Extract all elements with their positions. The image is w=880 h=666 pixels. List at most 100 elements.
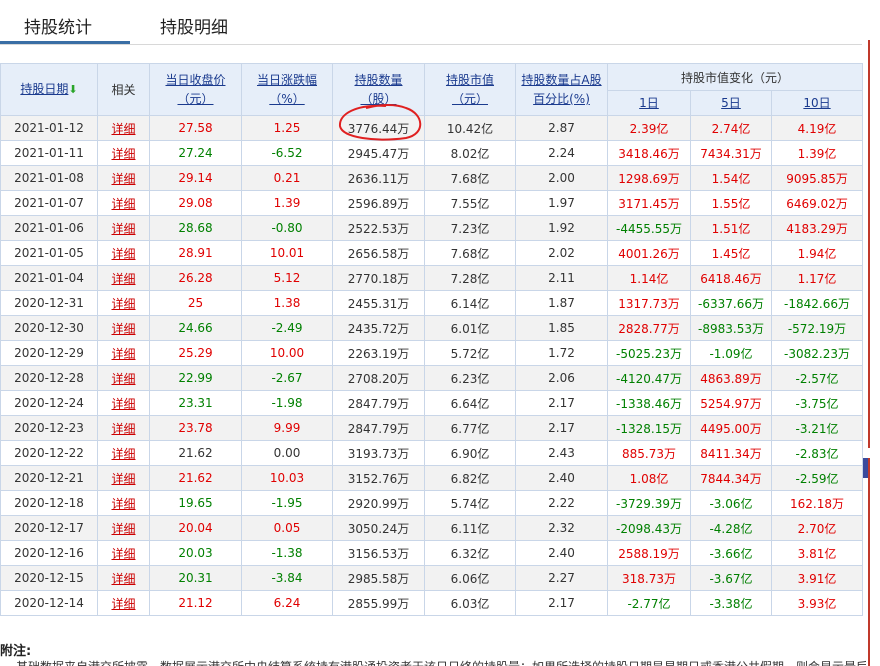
cell-change-10d: 4183.29万 bbox=[770, 215, 864, 241]
detail-link[interactable]: 详细 bbox=[111, 347, 135, 361]
cell-change-5d: 7434.31万 bbox=[690, 140, 772, 166]
cell-change-pct: 0.00 bbox=[241, 440, 333, 466]
detail-link[interactable]: 详细 bbox=[111, 597, 135, 611]
detail-link[interactable]: 详细 bbox=[111, 322, 135, 336]
cell-market-value: 6.64亿 bbox=[424, 390, 516, 416]
cell-detail: 详细 bbox=[97, 215, 150, 241]
detail-link[interactable]: 详细 bbox=[111, 297, 135, 311]
cell-change-5d: -1.09亿 bbox=[690, 340, 772, 366]
table-row: 2021-01-07 详细 29.08 1.39 2596.89万 7.55亿 1.97 31… bbox=[0, 190, 864, 216]
col-header-market-value[interactable]: 持股市值 （元） bbox=[424, 63, 516, 116]
detail-link[interactable]: 详细 bbox=[111, 522, 135, 536]
cell-change-10d: -3.75亿 bbox=[770, 390, 864, 416]
cell-detail: 详细 bbox=[97, 265, 150, 291]
sort-down-icon: ⬇ bbox=[68, 83, 78, 96]
cell-change-pct: -6.52 bbox=[241, 140, 333, 166]
col-header-value-change-group: 持股市值变化（元） bbox=[606, 63, 864, 91]
cell-share-pct: 2.43 bbox=[515, 440, 608, 466]
cell-shares: 2920.99万 bbox=[332, 490, 425, 516]
table-row: 2021-01-11 详细 27.24 -6.52 2945.47万 8.02亿 2.24 3… bbox=[0, 140, 864, 166]
detail-link[interactable]: 详细 bbox=[111, 572, 135, 586]
cell-date: 2020-12-17 bbox=[0, 515, 98, 541]
cell-change-1d: 3171.45万 bbox=[607, 190, 691, 216]
table-row: 2020-12-17 详细 20.04 0.05 3050.24万 6.11亿 2.32 -2… bbox=[0, 515, 864, 541]
cell-market-value: 6.06亿 bbox=[424, 565, 516, 591]
table-row: 2021-01-04 详细 26.28 5.12 2770.18万 7.28亿 2.11 1.… bbox=[0, 265, 864, 291]
tab-holding-stats[interactable]: 持股统计 bbox=[24, 13, 92, 38]
col-header-shares[interactable]: 持股数量 （股） bbox=[332, 63, 425, 116]
cell-detail: 详细 bbox=[97, 340, 150, 366]
page-edge bbox=[862, 0, 880, 666]
detail-link[interactable]: 详细 bbox=[111, 122, 135, 136]
cell-shares: 2847.79万 bbox=[332, 415, 425, 441]
cell-market-value: 6.32亿 bbox=[424, 540, 516, 566]
col-header-close-price[interactable]: 当日收盘价 （元） bbox=[149, 63, 242, 116]
detail-link[interactable]: 详细 bbox=[111, 197, 135, 211]
cell-change-5d: 7844.34万 bbox=[690, 465, 772, 491]
detail-link[interactable]: 详细 bbox=[111, 447, 135, 461]
cell-share-pct: 1.97 bbox=[515, 190, 608, 216]
col-header-change-1d[interactable]: 1日 bbox=[607, 90, 691, 116]
cell-change-5d: 1.45亿 bbox=[690, 240, 772, 266]
detail-link[interactable]: 详细 bbox=[111, 472, 135, 486]
cell-close-price: 29.08 bbox=[149, 190, 242, 216]
cell-market-value: 6.01亿 bbox=[424, 315, 516, 341]
detail-link[interactable]: 详细 bbox=[111, 547, 135, 561]
cell-change-pct: -2.49 bbox=[241, 315, 333, 341]
cell-change-10d: 3.81亿 bbox=[770, 540, 864, 566]
col-header-change-5d[interactable]: 5日 bbox=[690, 90, 772, 116]
cell-change-5d: 6418.46万 bbox=[690, 265, 772, 291]
cell-change-10d: 1.17亿 bbox=[770, 265, 864, 291]
cell-share-pct: 2.17 bbox=[515, 390, 608, 416]
detail-link[interactable]: 详细 bbox=[111, 247, 135, 261]
cell-change-10d: -3.21亿 bbox=[770, 415, 864, 441]
cell-change-1d: 2828.77万 bbox=[607, 315, 691, 341]
cell-shares: 3776.44万 bbox=[332, 115, 425, 141]
sort-by-date-link[interactable]: 持股日期 bbox=[20, 82, 68, 96]
edge-divider bbox=[868, 458, 870, 666]
cell-share-pct: 2.06 bbox=[515, 365, 608, 391]
active-tab-indicator bbox=[0, 41, 130, 44]
cell-change-pct: 1.39 bbox=[241, 190, 333, 216]
cell-change-5d: -3.38亿 bbox=[690, 590, 772, 616]
cell-change-1d: 2.39亿 bbox=[607, 115, 691, 141]
cell-market-value: 7.28亿 bbox=[424, 265, 516, 291]
table-row: 2020-12-15 详细 20.31 -3.84 2985.58万 6.06亿 2.27 3… bbox=[0, 565, 864, 591]
cell-change-pct: -3.84 bbox=[241, 565, 333, 591]
cell-detail: 详细 bbox=[97, 565, 150, 591]
col-header-change-10d[interactable]: 10日 bbox=[770, 90, 864, 116]
cell-share-pct: 2.27 bbox=[515, 565, 608, 591]
detail-link[interactable]: 详细 bbox=[111, 497, 135, 511]
cell-change-10d: 3.93亿 bbox=[770, 590, 864, 616]
tab-holding-details[interactable]: 持股明细 bbox=[160, 13, 228, 38]
edge-divider bbox=[868, 40, 870, 448]
cell-date: 2021-01-05 bbox=[0, 240, 98, 266]
cell-market-value: 6.11亿 bbox=[424, 515, 516, 541]
cell-change-1d: -1328.15万 bbox=[607, 415, 691, 441]
detail-link[interactable]: 详细 bbox=[111, 397, 135, 411]
cell-change-1d: -4455.55万 bbox=[607, 215, 691, 241]
cell-share-pct: 1.92 bbox=[515, 215, 608, 241]
table-row: 2020-12-14 详细 21.12 6.24 2855.99万 6.03亿 2.17 -2… bbox=[0, 590, 864, 616]
cell-change-10d: 1.94亿 bbox=[770, 240, 864, 266]
cell-share-pct: 2.11 bbox=[515, 265, 608, 291]
cell-shares: 2435.72万 bbox=[332, 315, 425, 341]
detail-link[interactable]: 详细 bbox=[111, 222, 135, 236]
table-row: 2020-12-31 详细 25 1.38 2455.31万 6.14亿 1.87 1317.… bbox=[0, 290, 864, 316]
detail-link[interactable]: 详细 bbox=[111, 422, 135, 436]
cell-date: 2021-01-06 bbox=[0, 215, 98, 241]
detail-link[interactable]: 详细 bbox=[111, 172, 135, 186]
col-header-change-pct[interactable]: 当日涨跌幅 （%） bbox=[241, 63, 333, 116]
cell-change-pct: 0.05 bbox=[241, 515, 333, 541]
cell-shares: 2985.58万 bbox=[332, 565, 425, 591]
detail-link[interactable]: 详细 bbox=[111, 272, 135, 286]
col-header-share-pct[interactable]: 持股数量占A股 百分比(%) bbox=[515, 63, 608, 116]
detail-link[interactable]: 详细 bbox=[111, 147, 135, 161]
cell-change-pct: 9.99 bbox=[241, 415, 333, 441]
cell-change-10d: 4.19亿 bbox=[770, 115, 864, 141]
col-header-date[interactable]: 持股日期⬇ bbox=[0, 63, 98, 116]
cell-shares: 2847.79万 bbox=[332, 390, 425, 416]
cell-change-pct: 10.00 bbox=[241, 340, 333, 366]
detail-link[interactable]: 详细 bbox=[111, 372, 135, 386]
cell-change-10d: -2.59亿 bbox=[770, 465, 864, 491]
